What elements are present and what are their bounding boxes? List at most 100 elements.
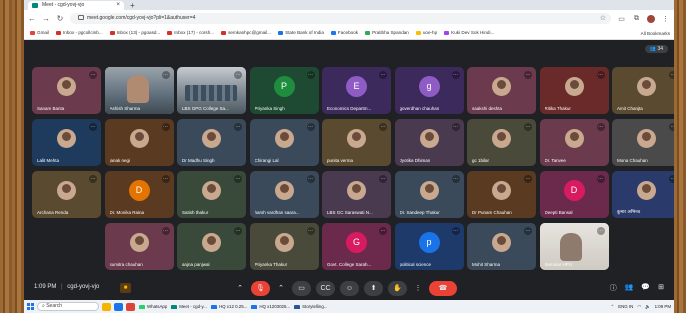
bookmark-item[interactable]: Gmail [28, 28, 52, 38]
participant-tile[interactable]: ⋯ sumitra chauhan [104, 223, 174, 270]
participant-tile[interactable]: ⋯ Dr Punam Chauhan [467, 171, 536, 218]
participant-name: Chirangi Lal [254, 158, 279, 163]
browser-window: Meet - cgd-yovj-vjo × + ← → ↻ meet.googl… [24, 0, 674, 300]
taskbar-app[interactable]: HQ x12 0.25... [210, 304, 247, 309]
participant-tile[interactable]: D ⋯ Dr. Monika Raina [104, 171, 174, 218]
taskbar-app[interactable]: WhatsApp [138, 304, 167, 309]
participant-tile[interactable]: ⋯ gc 1bilar [467, 119, 536, 166]
participant-tile[interactable]: ⋯ LBS GC Saraswati N... [322, 171, 391, 218]
participant-tile[interactable]: ⋯ Sanam Banta [32, 67, 101, 114]
meet-stage: 👥 34 ⋯ Sanam Banta ⋯ Ashish Sharma ⋯ LBS GPG … [24, 40, 674, 300]
more-options-icon[interactable]: ⋮ [412, 281, 424, 296]
info-icon[interactable]: ⓘ [610, 283, 617, 293]
wifi-icon[interactable]: ◠ [637, 304, 641, 310]
participant-avatar [202, 233, 221, 253]
taskbar-app[interactable]: HQ x1203025... [250, 304, 290, 309]
activity-icon[interactable]: ■ [120, 283, 131, 293]
participant-tile[interactable]: ⋯ saakshi deshta [467, 67, 536, 114]
menu-icon[interactable]: ⋮ [661, 15, 670, 23]
bookmark-item[interactable]: Pratibha Spandan [363, 28, 412, 38]
bookmark-item[interactable]: State Bank of India [276, 28, 327, 38]
language-indicator[interactable]: ENG IN [618, 304, 633, 309]
participant-tile[interactable]: ⋯ Mohit Sharma [467, 223, 536, 270]
forward-icon[interactable]: → [42, 14, 50, 23]
activities-icon[interactable]: ⊞ [658, 283, 664, 293]
mic-off-button[interactable]: 🎙 [251, 281, 270, 296]
back-icon[interactable]: ← [28, 14, 36, 23]
taskbar-clock[interactable]: 1:09 PM [655, 304, 671, 309]
bookmark-item[interactable]: Inbox - pgcollcinb... [54, 28, 106, 38]
raise-hand-button[interactable]: ✋ [388, 281, 407, 296]
present-button[interactable]: ⬆ [364, 281, 383, 296]
profile-avatar[interactable] [647, 14, 655, 23]
bookmark-item[interactable]: Facebook [329, 28, 361, 38]
participant-tile[interactable]: p ⋯ political science [394, 223, 464, 270]
participant-tile[interactable]: G ⋯ Govt. College Sarah... [322, 223, 391, 270]
chat-icon[interactable]: 💬 [641, 283, 650, 293]
bookmark-star-icon[interactable]: ☆ [600, 13, 606, 24]
participant-tile[interactable]: g ⋯ goverdhan chauhan [394, 67, 464, 114]
all-bookmarks-button[interactable]: All Bookmarks [641, 31, 670, 36]
participant-tile[interactable]: ⋯ janak negi [104, 119, 174, 166]
bookmark-item[interactable]: Inbox (17) - corsh... [165, 28, 217, 38]
participant-tile[interactable]: E ⋯ Economics Departm... [322, 67, 391, 114]
participant-name: Priyanka Thakur [254, 262, 288, 267]
bookmark-item[interactable]: Kuki Dev Sok Hindi... [442, 28, 497, 38]
participant-tile[interactable]: ⋯ LBS GPG College Sa... [177, 67, 246, 114]
chrome-icon[interactable] [126, 302, 135, 311]
participant-tile[interactable]: ⋯ Archana Renda [32, 171, 101, 218]
participant-tile[interactable]: ⋯ Satish thakur [177, 171, 246, 218]
participant-name: sumitra chauhan [109, 262, 143, 267]
participant-tile[interactable]: ⋯ कुमार अभिनव [612, 171, 674, 218]
participant-tile[interactable]: ⋯ Seminar HPU [539, 223, 609, 270]
address-bar[interactable]: meet.google.com/cgd-yovj-vjo?pli=1&authu… [70, 13, 611, 24]
reload-icon[interactable]: ↻ [56, 14, 64, 23]
participant-initial: D [128, 180, 150, 202]
participant-tile[interactable]: ⋯ Dr. Tanvee [539, 119, 609, 166]
participant-count-badge[interactable]: 👥 34 [644, 45, 668, 53]
participant-avatar [347, 129, 366, 149]
participant-tile[interactable]: ⋯ Lalit Mehta [32, 119, 101, 166]
bookmark-item[interactable]: Inbox (13) - pgoasd... [108, 28, 164, 38]
participant-tile[interactable]: ⋯ Jyotika Dhiman [394, 119, 464, 166]
cast-icon[interactable]: ▭ [617, 15, 626, 23]
captions-button[interactable]: CC [316, 281, 335, 296]
participant-tile[interactable]: ⋯ Dr Madhu Singh [177, 119, 246, 166]
participant-tile[interactable]: ⋯ Dr. Sandeep Thakur [394, 171, 464, 218]
participant-avatar [57, 129, 76, 149]
camera-button[interactable]: ▭ [292, 281, 311, 296]
participant-tile[interactable]: ⋯ Ashish Sharma [104, 67, 174, 114]
people-panel-icon[interactable]: 👥 [625, 283, 634, 293]
tab-meet[interactable]: Meet - cgd-yovj-vjo × [28, 1, 124, 10]
volume-icon[interactable]: 🔈 [645, 304, 650, 310]
participant-tile[interactable]: D ⋯ Deepti Bansal [539, 171, 609, 218]
taskbar-app[interactable]: Meet - cgd-y... [170, 304, 207, 309]
emoji-button[interactable]: ☺ [340, 281, 359, 296]
close-tab-icon[interactable]: × [116, 1, 120, 10]
participant-tile[interactable]: ⋯ Priyanka Thakur [249, 223, 319, 270]
participant-tile[interactable]: P ⋯ Priyanka Singh [249, 67, 319, 114]
windows-start-icon[interactable] [27, 303, 34, 310]
bookmark-item[interactable]: uoe-hp [414, 28, 440, 38]
mic-options-icon[interactable]: ⌃ [234, 281, 246, 296]
extensions-icon[interactable]: ⧉ [632, 15, 641, 23]
taskbar-app[interactable]: Storytelling... [293, 304, 327, 309]
new-tab-button[interactable]: + [130, 1, 135, 10]
file-explorer-icon[interactable] [102, 302, 111, 311]
participant-tile[interactable]: ⋯ harsh vardhan saara... [249, 171, 319, 218]
taskbar-search[interactable]: ⌕ Search [37, 302, 99, 311]
participant-tile[interactable]: ⋯ anjna panjwal [177, 223, 246, 270]
participant-tile[interactable]: ⋯ Amit Chanjta [612, 67, 674, 114]
participant-name: goverdhan chauhan [399, 106, 440, 111]
participant-avatar [492, 181, 511, 201]
bookmark-item[interactable]: semkanhpc@gmail... [219, 28, 274, 38]
edge-icon[interactable] [114, 302, 123, 311]
camera-options-icon[interactable]: ⌃ [275, 281, 287, 296]
site-info-icon[interactable] [78, 15, 84, 21]
tray-chevron-icon[interactable]: ⌃ [611, 304, 615, 310]
participant-tile[interactable]: ⋯ Mona Chauhan [612, 119, 674, 166]
participant-tile[interactable]: ⋯ Chirangi Lal [249, 119, 319, 166]
participant-tile[interactable]: ⋯ Ritika Thakur [539, 67, 609, 114]
participant-tile[interactable]: ⋯ punita verma [322, 119, 391, 166]
leave-call-button[interactable]: ☎ [429, 281, 457, 296]
